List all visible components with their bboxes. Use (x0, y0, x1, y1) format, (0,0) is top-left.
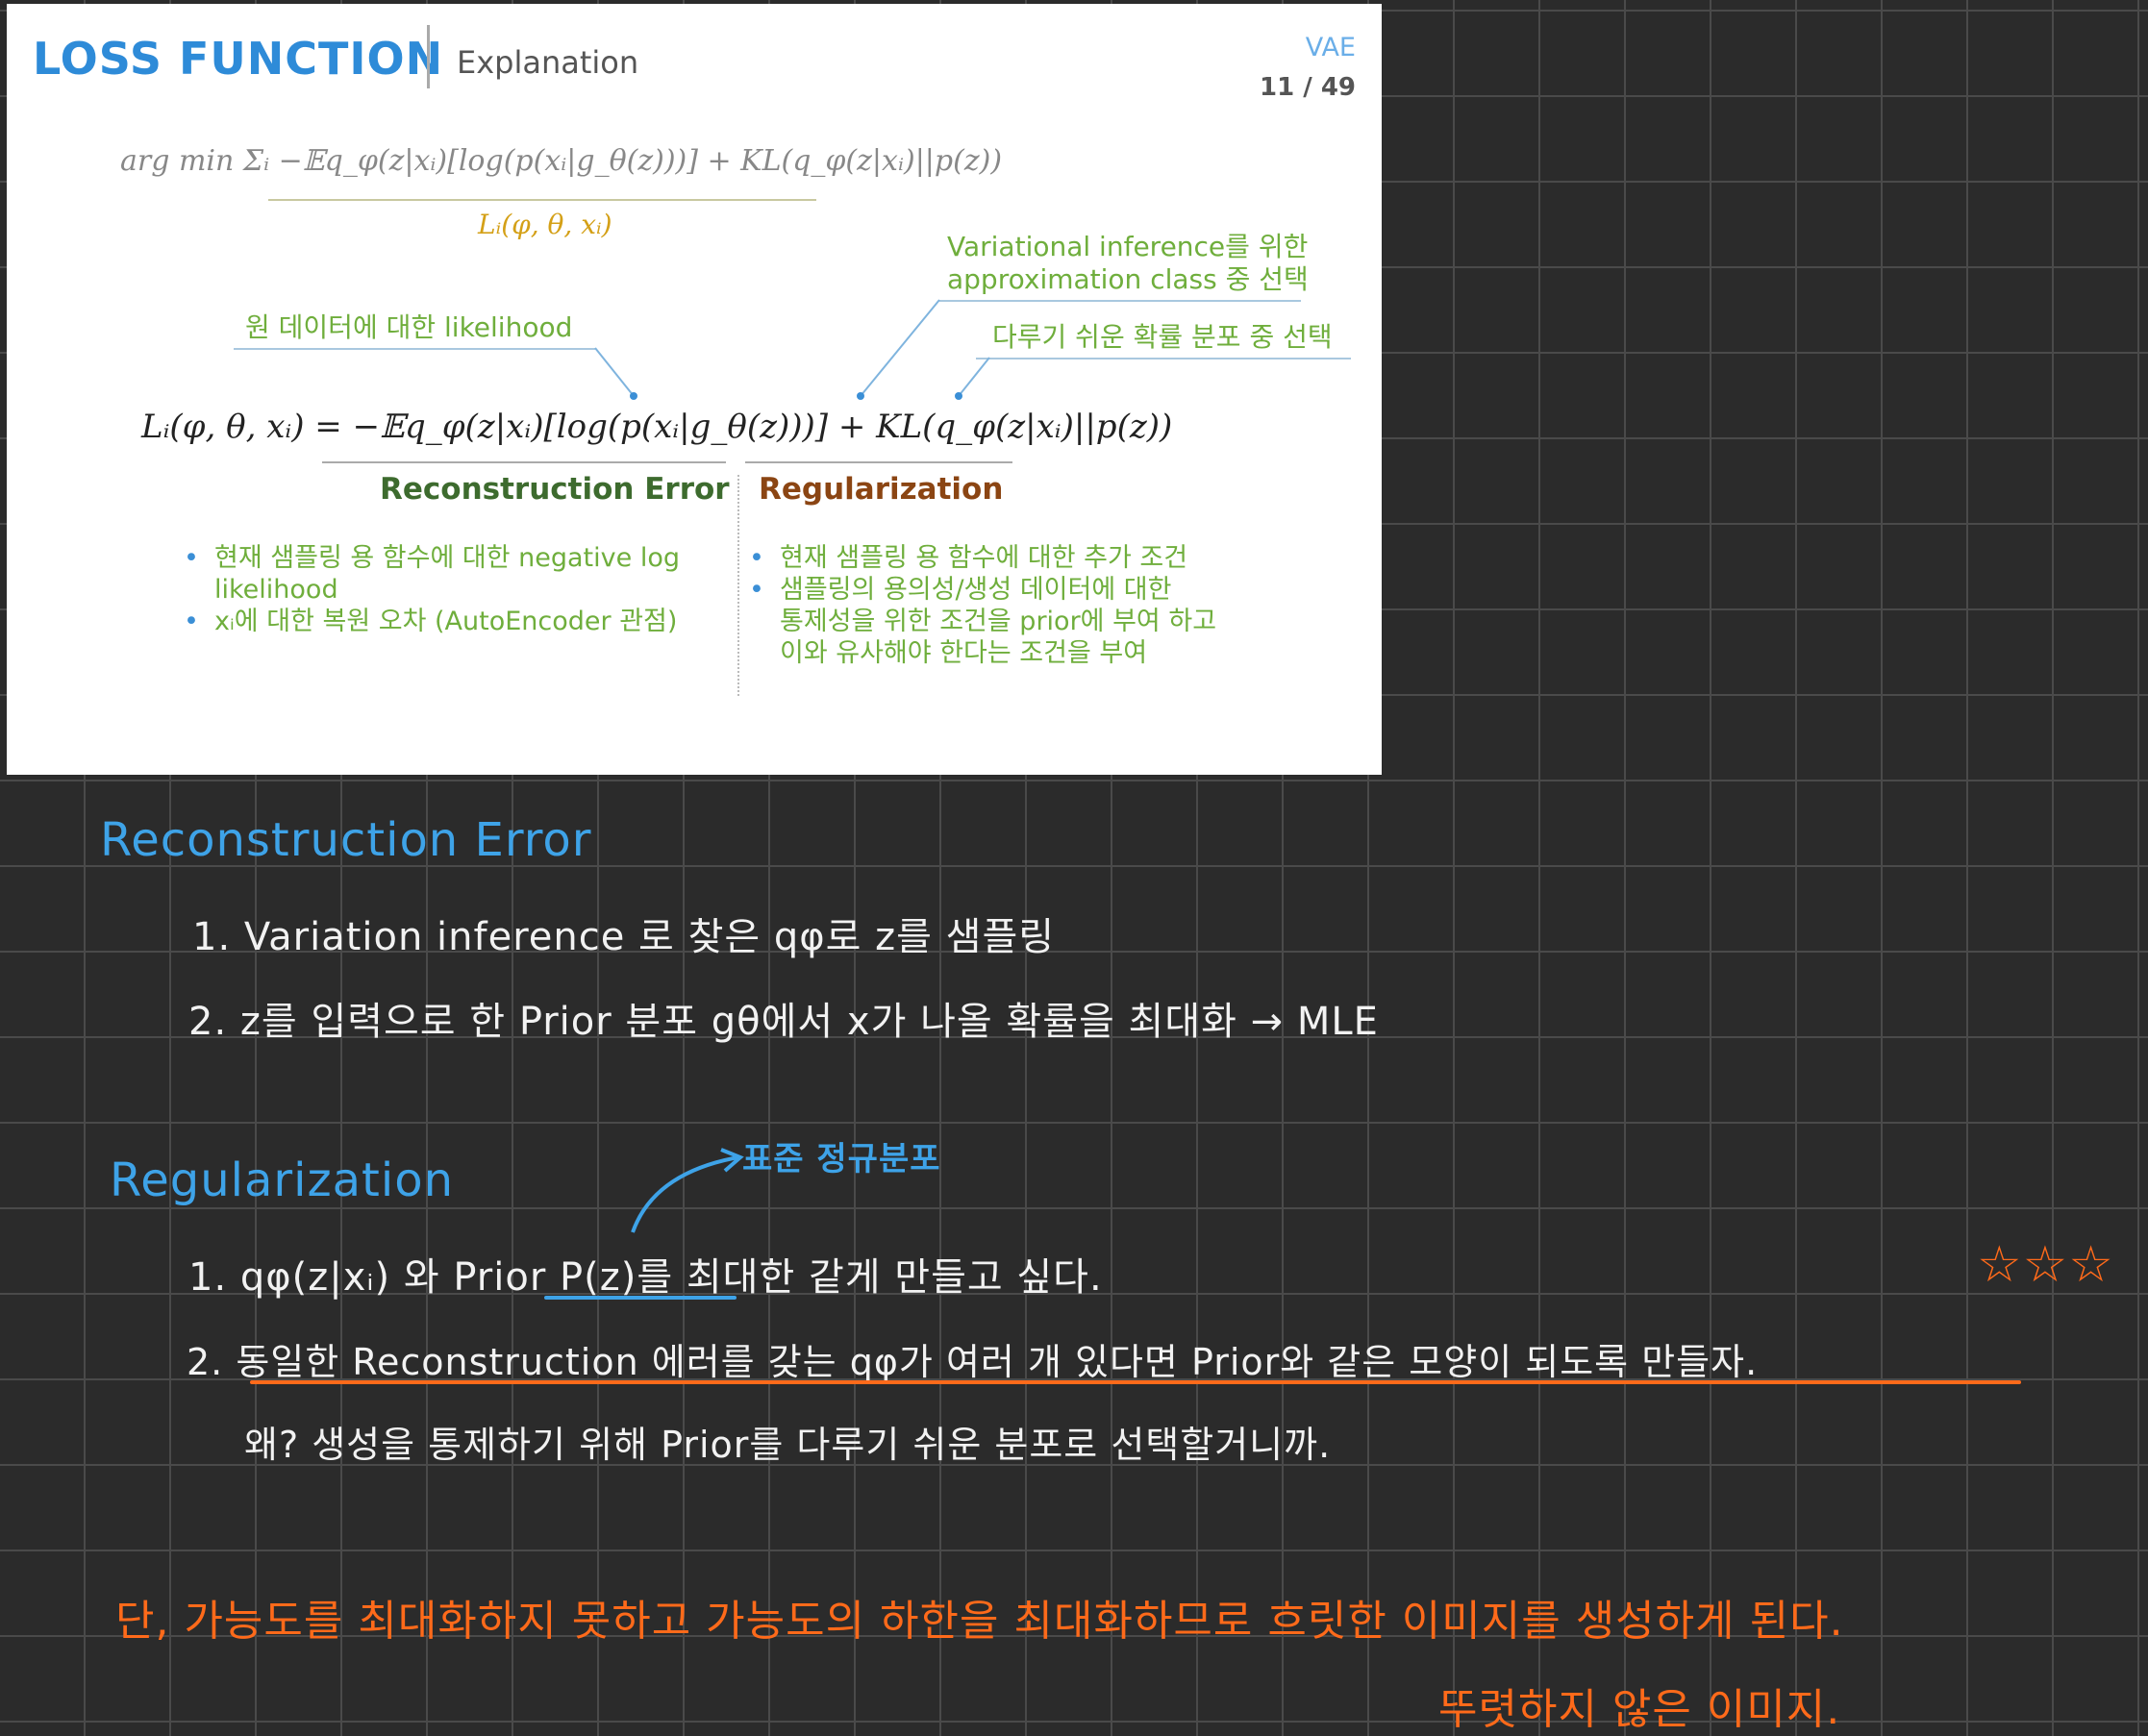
recon-underline (322, 461, 726, 463)
note-reg-1: 1. qφ(z|xᵢ) 와 Prior P(z)를 최대한 같게 만들고 싶다. (188, 1255, 1103, 1300)
note-conclusion: 단, 가능도를 최대화하지 못하고 가능도의 하한을 최대화하므로 흐릿한 이미… (115, 1597, 1844, 1646)
reg-bullet-cont-text: 이와 유사해야 한다는 조건을 부여 (780, 638, 1148, 668)
note-recon-title: Reconstruction Error (100, 813, 592, 867)
note-recon-2: 2. z를 입력으로 한 Prior 분포 gθ에서 x가 나올 확률을 최대화… (188, 1000, 1379, 1044)
stars-mark: ☆☆☆ (1977, 1236, 2114, 1294)
pointer-dot-variational (857, 392, 864, 400)
formula-loss-main: Lᵢ(φ, θ, xᵢ) = −𝔼q_φ(z|xᵢ)[log(p(xᵢ|g_θ(… (141, 408, 1173, 446)
note-reg-why: 왜? 생성을 통제하기 위해 Prior를 다루기 쉬운 분포로 선택할거니까. (244, 1424, 1332, 1466)
reg-bullet-cont: 이와 유사해야 한다는 조건을 부여 (745, 637, 1216, 669)
reg-bullet-cont: 통제성을 위한 조건을 prior에 부여 하고 (745, 606, 1216, 637)
recon-bullet-cont: likelihood (180, 574, 680, 606)
reg-underline (745, 461, 1012, 463)
section-separator (737, 475, 739, 696)
reg-2-underline (250, 1380, 2021, 1384)
note-reg-2: 2. 동일한 Reconstruction 에러를 갖는 qφ가 여러 개 있다… (187, 1341, 1759, 1383)
reg-heading: Regularization (759, 472, 1004, 507)
recon-bullets: 현재 샘플링 용 함수에 대한 negative log likelihood … (180, 542, 680, 637)
lecture-slide: LOSS FUNCTION Explanation VAE 11 / 49 ar… (7, 4, 1382, 775)
note-reg-title: Regularization (110, 1153, 454, 1207)
recon-bullet: xᵢ에 대한 복원 오차 (AutoEncoder 관점) (180, 606, 680, 637)
reg-bullet: 샘플링의 용의성/생성 데이터에 대한 (745, 574, 1216, 606)
recon-heading: Reconstruction Error (380, 472, 730, 507)
annotation-arrow (631, 1148, 744, 1233)
pointer-dot-likelihood (630, 392, 637, 400)
recon-bullet: 현재 샘플링 용 함수에 대한 negative log (180, 542, 680, 574)
reg-bullets: 현재 샘플링 용 함수에 대한 추가 조건 샘플링의 용의성/생성 데이터에 대… (745, 542, 1216, 669)
note-annotation: 표준 정규분포 (742, 1140, 941, 1178)
pointer-dot-easy (955, 392, 962, 400)
reg-bullet-cont-text: 통제성을 위한 조건을 prior에 부여 하고 (780, 607, 1217, 636)
reg-bullet: 현재 샘플링 용 함수에 대한 추가 조건 (745, 542, 1216, 574)
prior-underline (544, 1296, 737, 1300)
note-conclusion-2: 뚜렷하지 않은 이미지. (1438, 1685, 1841, 1734)
recon-bullet-cont-text: likelihood (214, 575, 338, 605)
note-recon-1: 1. Variation inference 로 찾은 qφ로 z를 샘플링 (192, 915, 1056, 959)
